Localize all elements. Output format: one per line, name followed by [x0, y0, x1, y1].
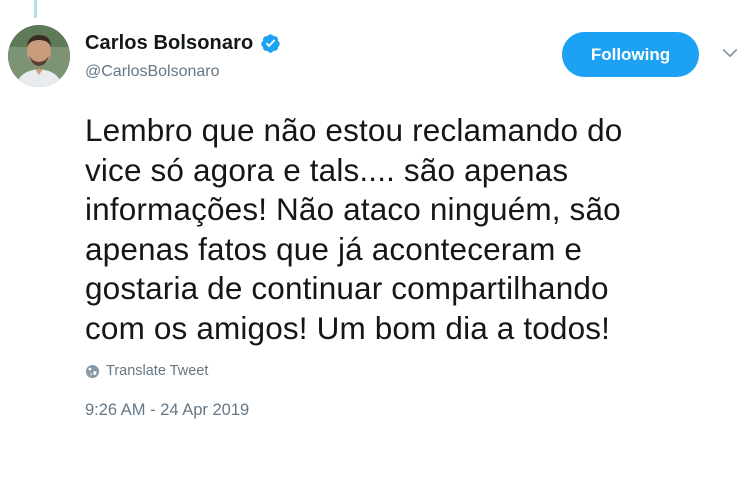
globe-icon — [85, 364, 100, 379]
translate-tweet-label[interactable]: Translate Tweet — [106, 363, 208, 379]
avatar[interactable] — [8, 25, 70, 87]
tweet-text: Lembro que não estou reclamando do vice … — [85, 112, 623, 346]
tweet-card: Carlos Bolsonaro @CarlosBolsonaro Follow… — [0, 0, 750, 500]
author-handle[interactable]: @CarlosBolsonaro — [85, 63, 220, 81]
translate-tweet-link[interactable]: Translate Tweet — [85, 362, 208, 380]
chevron-down-icon[interactable] — [721, 46, 739, 60]
thread-connector-line — [34, 0, 37, 18]
author-name-row[interactable]: Carlos Bolsonaro — [85, 30, 281, 56]
following-button[interactable]: Following — [562, 32, 699, 77]
verified-badge-icon — [260, 33, 281, 54]
author-display-name[interactable]: Carlos Bolsonaro — [85, 32, 253, 55]
tweet-timestamp[interactable]: 9:26 AM - 24 Apr 2019 — [85, 401, 249, 420]
profile-photo — [8, 25, 70, 87]
